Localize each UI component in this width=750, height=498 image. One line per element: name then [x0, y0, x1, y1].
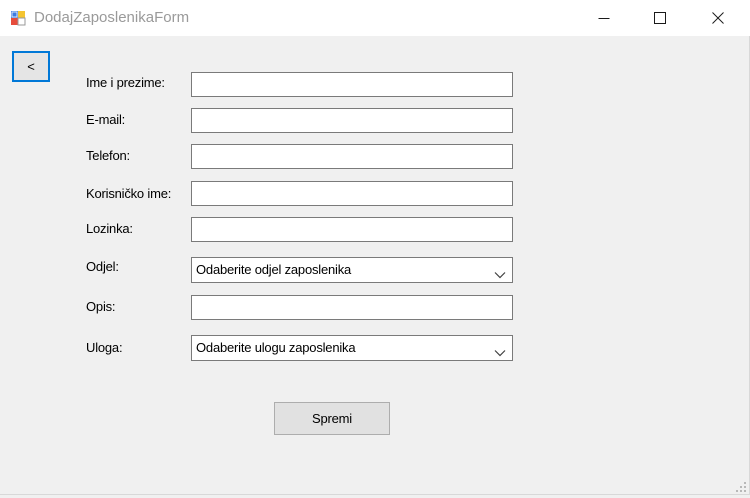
save-button[interactable]: Spremi	[274, 402, 390, 435]
maximize-button[interactable]	[637, 0, 683, 36]
maximize-icon	[654, 12, 666, 24]
email-label: E-mail:	[86, 112, 126, 127]
title-bar: DodajZaposlenikaForm	[0, 0, 750, 36]
minimize-button[interactable]	[581, 0, 627, 36]
back-button[interactable]: <	[12, 51, 50, 82]
close-icon	[712, 12, 724, 24]
role-select-value: Odaberite ulogu zaposlenika	[196, 340, 356, 355]
app-icon	[10, 10, 26, 26]
chevron-down-icon	[494, 344, 506, 357]
department-select-value: Odaberite odjel zaposlenika	[196, 262, 352, 277]
password-field[interactable]	[191, 217, 513, 242]
description-field[interactable]	[191, 295, 513, 320]
email-field[interactable]	[191, 108, 513, 133]
phone-field[interactable]	[191, 144, 513, 169]
password-label: Lozinka:	[86, 221, 133, 236]
resize-grip-icon[interactable]	[735, 480, 747, 492]
chevron-down-icon	[494, 266, 506, 279]
window-title: DodajZaposlenikaForm	[34, 9, 190, 26]
form-window: DodajZaposlenikaForm < Ime i prezime: E-…	[0, 0, 750, 495]
phone-label: Telefon:	[86, 148, 130, 163]
department-select[interactable]: Odaberite odjel zaposlenika	[191, 257, 513, 283]
description-label: Opis:	[86, 299, 116, 314]
name-field[interactable]	[191, 72, 513, 97]
role-label: Uloga:	[86, 340, 123, 355]
close-button[interactable]	[695, 0, 741, 36]
department-label: Odjel:	[86, 259, 119, 274]
minimize-icon	[598, 12, 610, 24]
name-label: Ime i prezime:	[86, 75, 165, 90]
username-label: Korisničko ime:	[86, 186, 172, 201]
role-select[interactable]: Odaberite ulogu zaposlenika	[191, 335, 513, 361]
username-field[interactable]	[191, 181, 513, 206]
